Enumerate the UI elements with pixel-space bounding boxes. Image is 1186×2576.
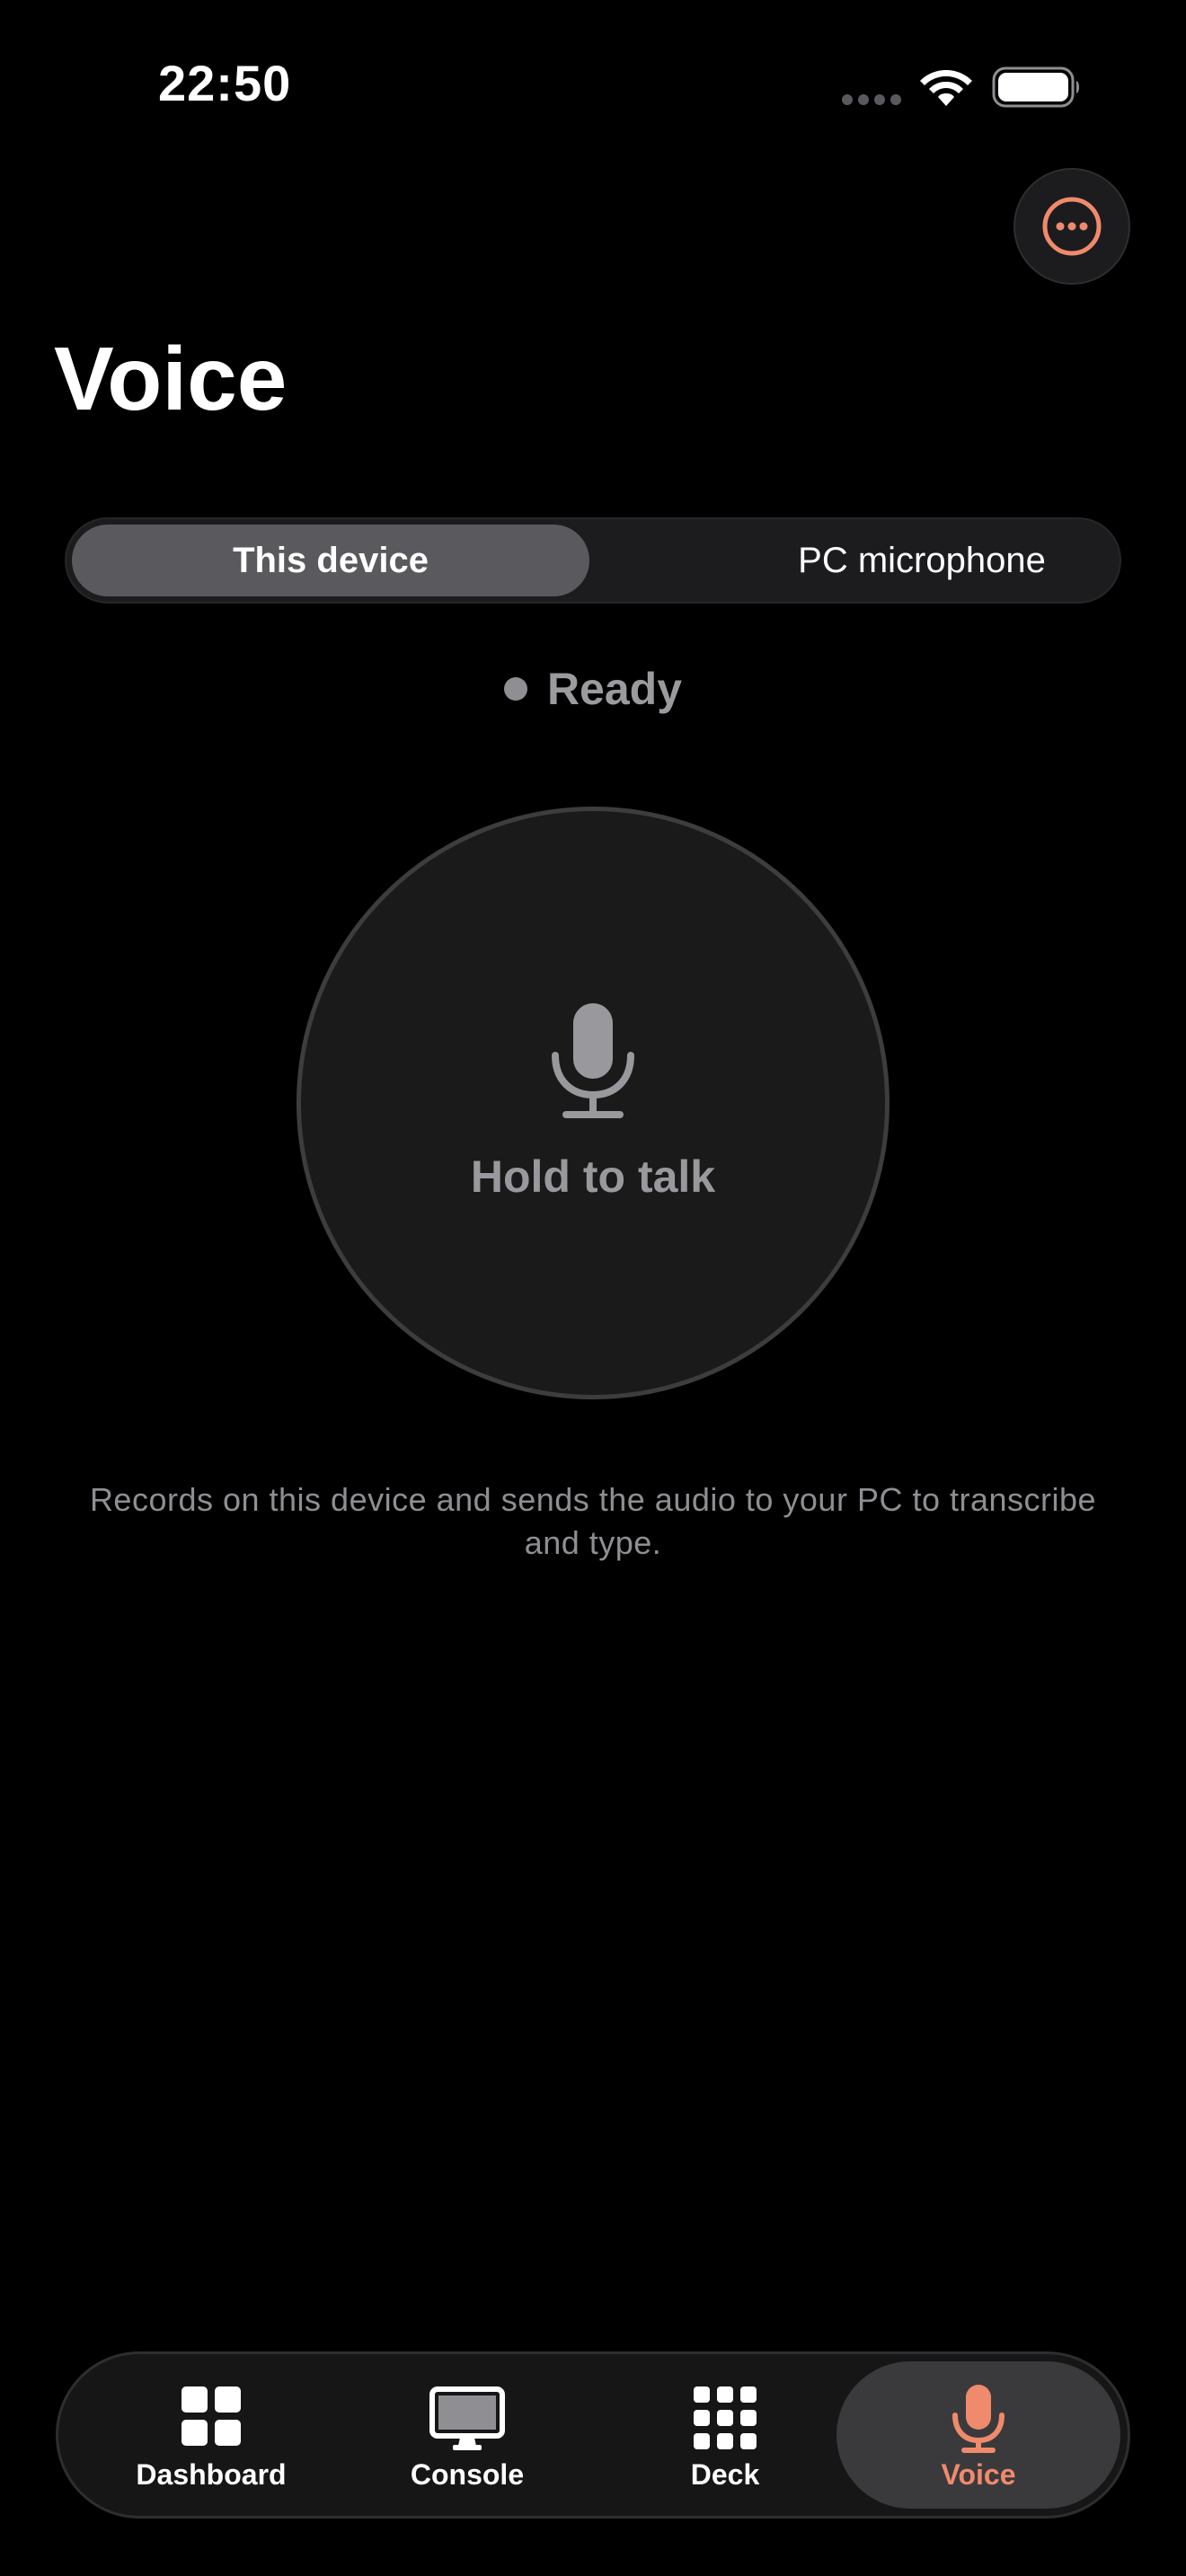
status-indicator: Ready (0, 663, 1186, 715)
tab-dashboard[interactable]: Dashboard (112, 2354, 310, 2516)
tab-label-dashboard: Dashboard (136, 2458, 287, 2491)
tab-label-console: Console (410, 2458, 525, 2491)
segment-this-device[interactable]: This device (72, 525, 589, 596)
audio-source-segmented-control: This device PC microphone (65, 517, 1121, 604)
battery-full-icon (992, 66, 1079, 108)
hold-to-talk-button[interactable]: Hold to talk (296, 807, 890, 1399)
tab-voice[interactable]: Voice (836, 2361, 1120, 2509)
segment-pc-microphone[interactable]: PC microphone (661, 525, 1182, 596)
tab-deck[interactable]: Deck (626, 2354, 824, 2516)
cellular-dots-icon (842, 94, 901, 105)
deck-grid-icon (694, 2386, 757, 2449)
tab-label-deck: Deck (690, 2458, 760, 2491)
monitor-icon (429, 2386, 505, 2450)
hold-to-talk-label: Hold to talk (470, 1151, 716, 1202)
microphone-icon (952, 2385, 1005, 2453)
status-time: 22:50 (158, 55, 292, 111)
ellipsis-circle-icon (1042, 197, 1102, 256)
tab-bar: Dashboard Console Deck Voice (56, 2351, 1130, 2519)
wifi-icon (920, 70, 972, 106)
microphone-icon (552, 1003, 634, 1118)
dashboard-grid-icon (181, 2386, 241, 2446)
tab-label-voice: Voice (941, 2458, 1016, 2491)
status-text: Ready (546, 664, 683, 714)
description-text: Records on this device and sends the aud… (89, 1481, 1097, 1561)
page-title: Voice (54, 329, 288, 429)
status-dot (503, 677, 527, 701)
tab-console[interactable]: Console (368, 2354, 566, 2516)
more-options-button[interactable] (1013, 168, 1130, 285)
